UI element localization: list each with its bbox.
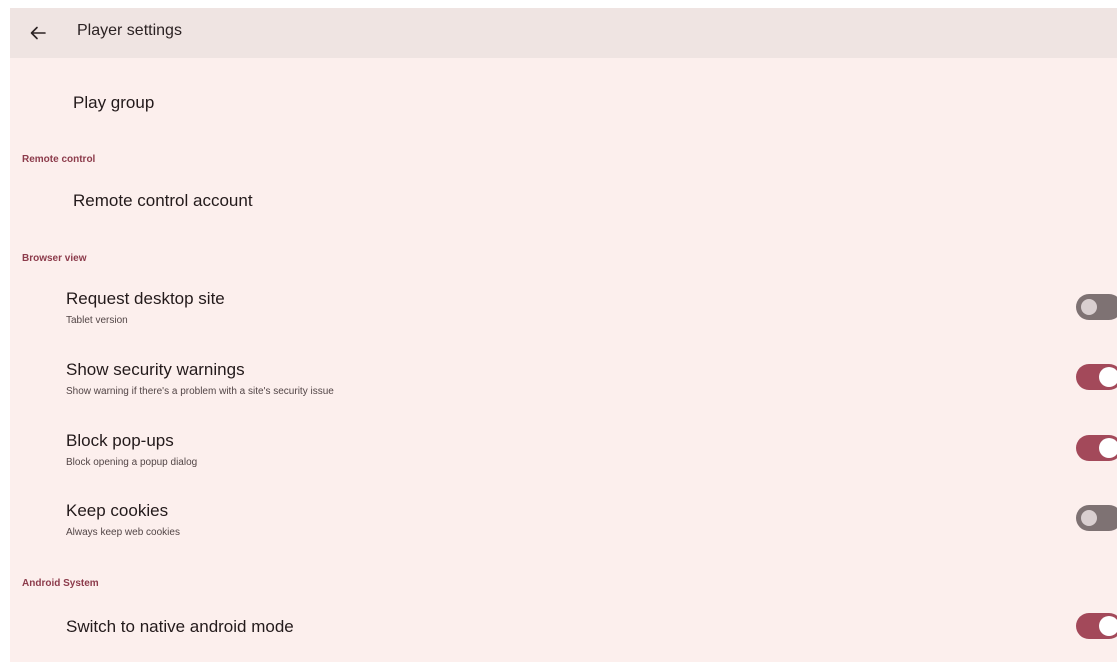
switch-thumb — [1099, 367, 1117, 387]
show-security-warnings-switch[interactable] — [1076, 364, 1117, 390]
settings-screen: Player settings Play group Remote contro… — [10, 8, 1117, 662]
section-header-remote-control: Remote control — [22, 154, 96, 165]
block-popups-description: Block opening a popup dialog — [66, 457, 198, 468]
native-android-mode-label: Switch to native android mode — [66, 617, 294, 636]
section-header-browser-view: Browser view — [22, 253, 87, 264]
section-header-android-system: Android System — [22, 578, 99, 589]
keep-cookies-switch[interactable] — [1076, 505, 1117, 531]
keep-cookies-item[interactable]: Keep cookies Always keep web cookies — [10, 490, 1117, 552]
block-popups-switch[interactable] — [1076, 435, 1117, 461]
keep-cookies-label: Keep cookies — [66, 501, 169, 520]
remote-control-account-item[interactable]: Remote control account — [10, 172, 1117, 232]
block-popups-item[interactable]: Block pop-ups Block opening a popup dial… — [10, 418, 1117, 480]
switch-thumb — [1099, 616, 1117, 636]
show-security-warnings-description: Show warning if there's a problem with a… — [66, 386, 334, 397]
request-desktop-site-switch[interactable] — [1076, 294, 1117, 320]
show-security-warnings-item[interactable]: Show security warnings Show warning if t… — [10, 348, 1117, 410]
switch-thumb — [1099, 438, 1117, 458]
block-popups-label: Block pop-ups — [66, 431, 174, 450]
keep-cookies-description: Always keep web cookies — [66, 527, 180, 538]
app-bar: Player settings — [10, 8, 1117, 58]
page-title: Player settings — [77, 22, 182, 39]
switch-thumb — [1081, 510, 1097, 526]
native-android-mode-switch[interactable] — [1076, 613, 1117, 639]
play-group-label: Play group — [73, 93, 155, 112]
request-desktop-site-item[interactable]: Request desktop site Tablet version — [10, 278, 1117, 340]
show-security-warnings-label: Show security warnings — [66, 360, 245, 379]
request-desktop-site-description: Tablet version — [66, 315, 128, 326]
native-android-mode-item[interactable]: Switch to native android mode — [10, 600, 1117, 662]
remote-control-account-label: Remote control account — [73, 191, 253, 210]
back-button[interactable] — [22, 17, 54, 49]
switch-thumb — [1081, 299, 1097, 315]
play-group-item[interactable]: Play group — [10, 70, 1117, 134]
request-desktop-site-label: Request desktop site — [66, 289, 225, 308]
arrow-back-icon — [30, 26, 46, 40]
